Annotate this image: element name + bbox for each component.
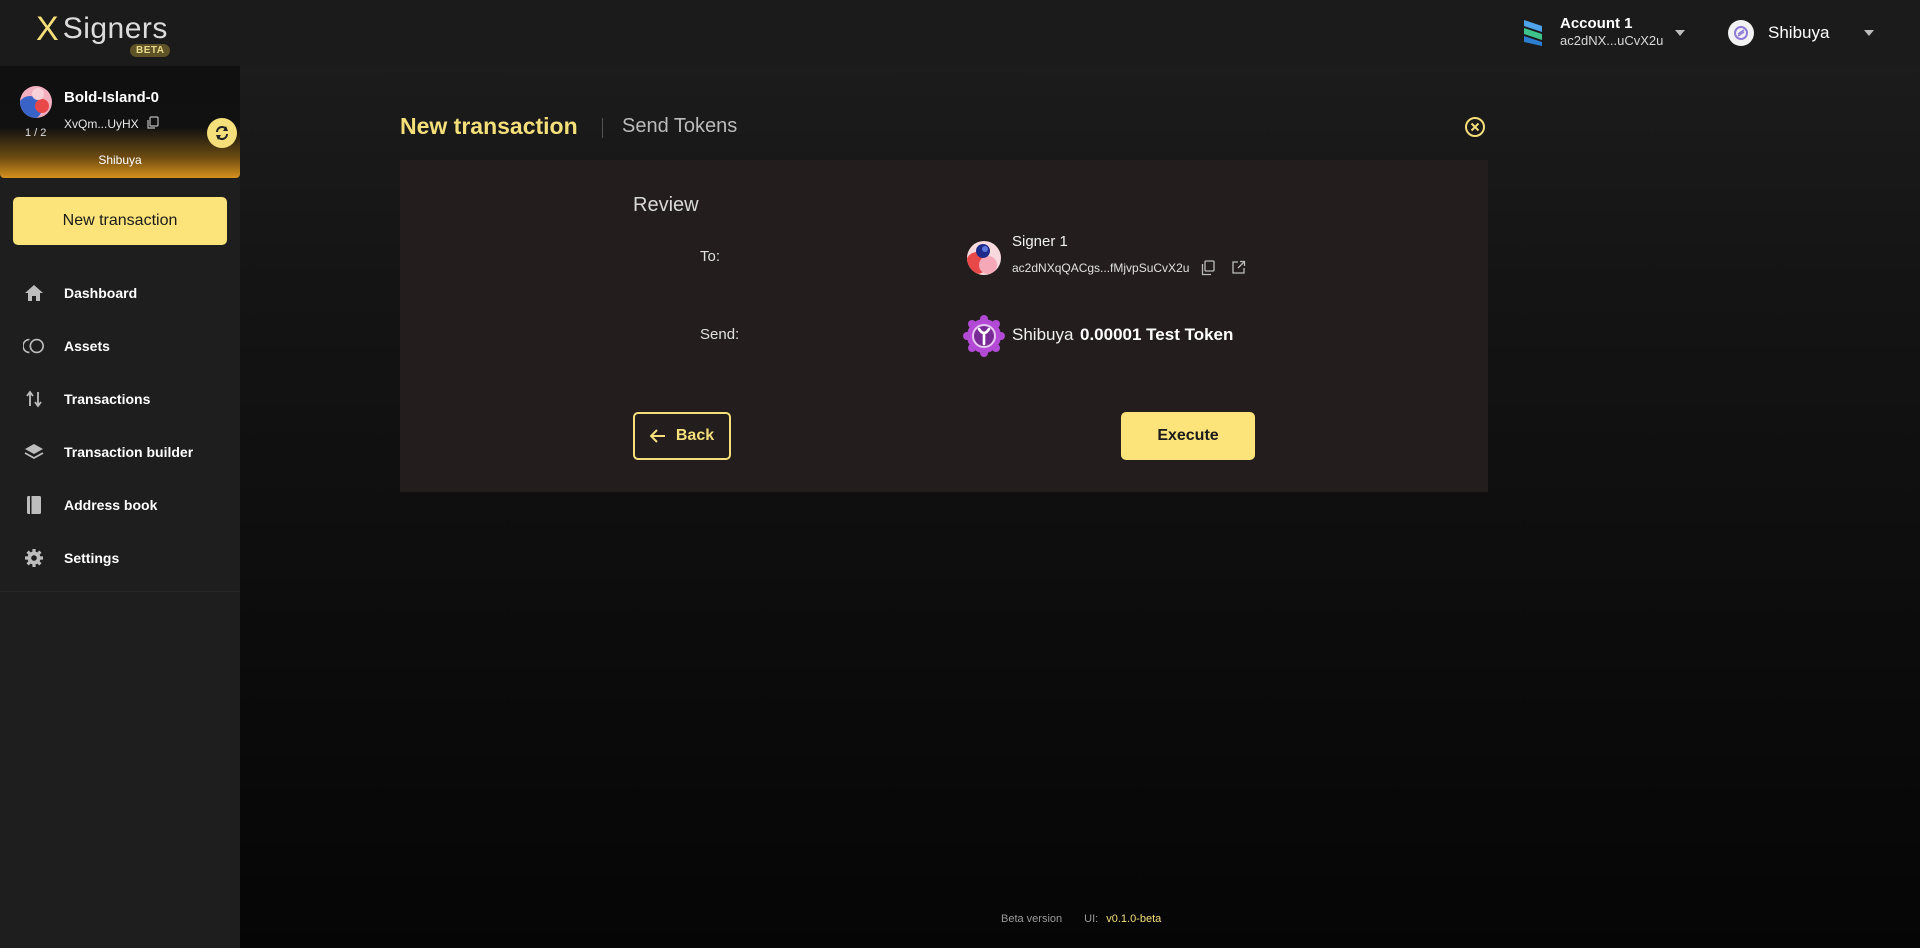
review-card [400,160,1488,492]
back-button[interactable]: Back [633,412,731,460]
signer-name: Signer 1 [1012,233,1068,250]
network-selector[interactable]: Shibuya [1728,20,1829,46]
wallet-icon [1524,20,1542,46]
switch-multisig-button[interactable] [207,118,237,148]
account-selector[interactable]: Account 1 ac2dNX...uCvX2u [1522,16,1663,50]
external-link-icon[interactable] [1231,260,1246,275]
sidebar-item-settings[interactable]: Settings [0,538,240,578]
review-title: Review [633,194,699,216]
footer: Beta version UI: v0.1.0-beta [1001,913,1161,925]
sidebar-item-label: Settings [64,550,120,566]
app-logo[interactable]: X Signers [36,10,168,48]
logo-text: Signers [62,12,168,45]
avatar [967,241,1001,275]
assets-icon [23,335,45,357]
copy-icon[interactable] [146,116,160,130]
divider [602,118,603,138]
execute-button[interactable]: Execute [1121,412,1255,460]
gear-icon [23,547,45,569]
send-label: Send: [700,326,740,343]
book-icon [23,494,45,516]
sidebar-item-label: Transactions [64,391,151,407]
sidebar-item-label: Assets [64,338,110,354]
ui-label: UI: [1084,913,1099,925]
sidebar-item-address-book[interactable]: Address book [0,485,240,525]
sidebar-item-label: Address book [64,497,158,513]
close-icon[interactable] [1464,116,1486,138]
network-name: Shibuya [1768,23,1830,42]
back-label: Back [675,427,715,444]
multisig-address: XvQm...UyHX [64,117,139,131]
token-network: Shibuya [1012,325,1074,344]
page-subtitle: Send Tokens [622,115,738,137]
refresh-icon [216,126,228,140]
account-address: ac2dNX...uCvX2u [1560,33,1664,48]
chevron-down-icon[interactable] [1864,30,1874,36]
to-label: To: [700,248,721,265]
token-icon [963,315,1005,357]
divider [0,591,240,592]
sidebar-item-label: Dashboard [64,285,138,301]
page-title: New transaction [400,113,578,139]
copy-icon[interactable] [1201,260,1215,276]
network-icon [1728,20,1754,46]
chevron-down-icon[interactable] [1675,30,1685,36]
multisig-name: Bold-Island-0 [64,89,160,106]
multisig-card: Bold-Island-0 XvQm...UyHX 1 / 2 Shibuya [0,66,240,178]
logo-mark: X [36,10,59,48]
token-amount: 0.00001 Test Token [1080,325,1234,344]
threshold: 1 / 2 [25,127,47,139]
avatar [20,86,52,118]
multisig-network: Shibuya [98,153,142,167]
layers-icon [23,441,45,463]
signer-address: ac2dNXqQACgs...fMjvpSuCvX2u [1012,261,1190,275]
beta-version-text: Beta version [1001,913,1063,925]
account-name: Account 1 [1560,15,1633,32]
sidebar-item-dashboard[interactable]: Dashboard [0,273,240,313]
sidebar-item-assets[interactable]: Assets [0,326,240,366]
sidebar-item-transactions[interactable]: Transactions [0,379,240,419]
arrow-left-icon [649,429,665,443]
top-bar: X Signers BETA Account 1 ac2dNX...uCvX2u… [0,0,1920,66]
beta-badge: BETA [130,44,171,57]
version-text: v0.1.0-beta [1106,913,1162,925]
arrows-updown-icon [23,388,45,410]
sidebar: Bold-Island-0 XvQm...UyHX 1 / 2 Shibuya … [0,66,240,948]
new-transaction-button[interactable]: New transaction [13,197,227,245]
sidebar-item-transaction-builder[interactable]: Transaction builder [0,432,240,472]
sidebar-item-label: Transaction builder [64,444,194,460]
home-icon [23,282,45,304]
